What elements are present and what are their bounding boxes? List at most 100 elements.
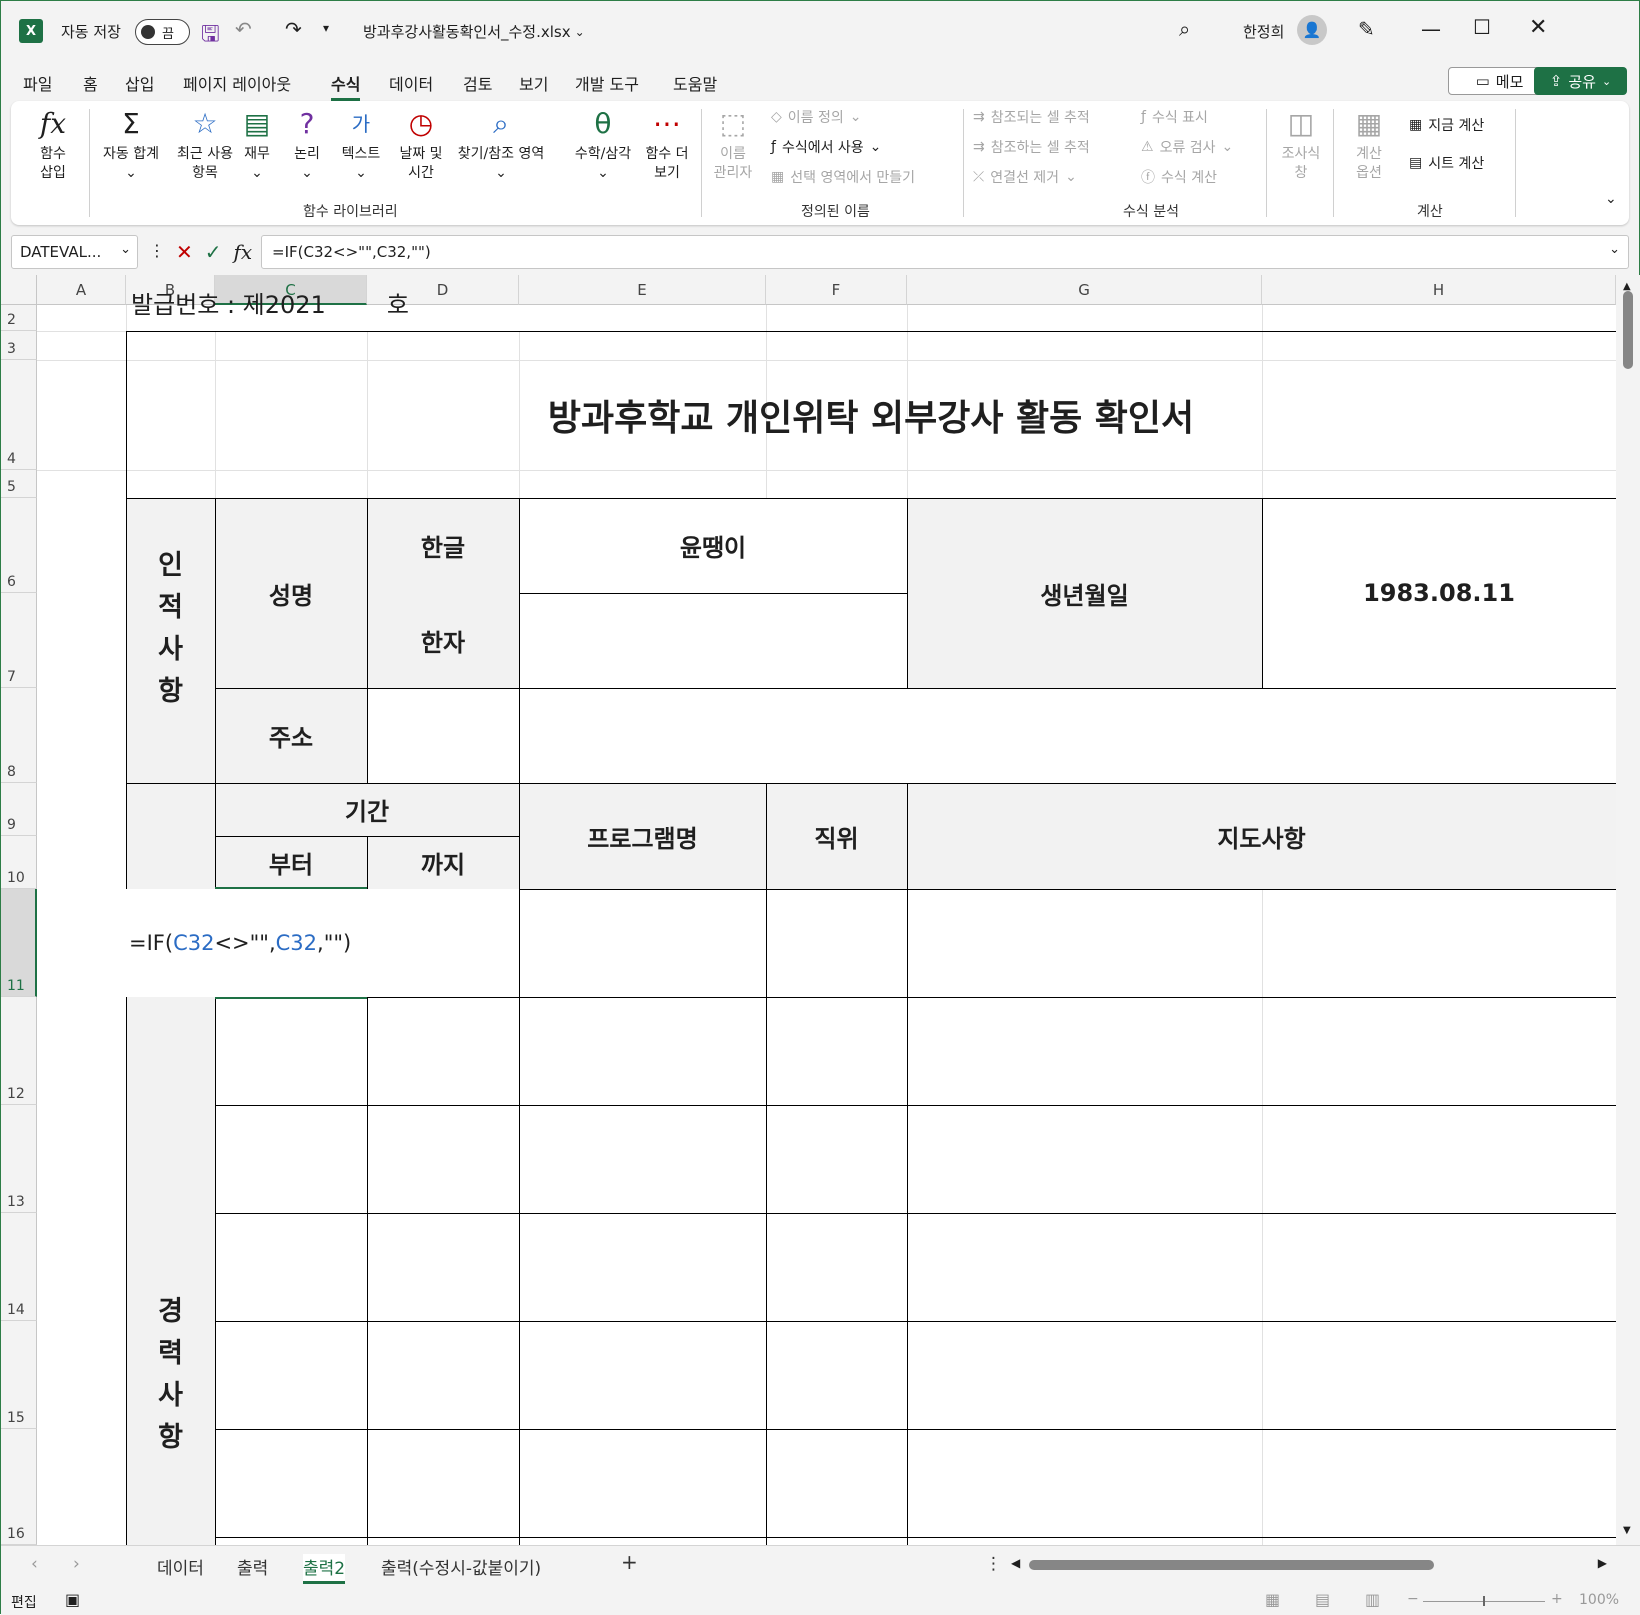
- zoom-in-icon[interactable]: +: [1551, 1591, 1563, 1607]
- financial-button[interactable]: ▤ 재무 ⌄: [237, 107, 277, 183]
- col-header-g[interactable]: G: [907, 275, 1262, 305]
- more-options-icon[interactable]: ⋮: [149, 241, 165, 260]
- menu-view[interactable]: 보기: [519, 71, 548, 95]
- vertical-scrollbar[interactable]: ▲ ▼: [1616, 275, 1640, 1545]
- add-sheet-icon[interactable]: +: [621, 1550, 638, 1574]
- row-header-15[interactable]: 15: [1, 1321, 37, 1429]
- search-icon[interactable]: ⌕: [1179, 17, 1190, 41]
- tab-output2[interactable]: 출력2: [303, 1554, 346, 1584]
- select-all-corner[interactable]: [1, 275, 37, 305]
- datetime-button[interactable]: ◷ 날짜 및 시간: [391, 107, 451, 183]
- next-sheet-icon[interactable]: ›: [73, 1554, 80, 1574]
- math-button[interactable]: θ 수학/삼각 ⌄: [567, 107, 639, 183]
- watch-window-button[interactable]: ◫ 조사식 창: [1273, 107, 1329, 183]
- row-header-4[interactable]: 4: [1, 360, 37, 470]
- horizontal-scrollbar[interactable]: ◀ ▶: [1011, 1556, 1607, 1572]
- menu-file[interactable]: 파일: [23, 71, 52, 95]
- formula-input[interactable]: =IF(C32<>"",C32,"") ⌄: [261, 235, 1629, 269]
- normal-view-icon[interactable]: ▦: [1265, 1590, 1280, 1609]
- scroll-right-icon[interactable]: ▶: [1598, 1556, 1607, 1570]
- row-header-5[interactable]: 5: [1, 470, 37, 498]
- text-button[interactable]: 가 텍스트 ⌄: [333, 107, 389, 183]
- name-box[interactable]: DATEVAL... ⌄: [11, 235, 138, 269]
- row-header-11[interactable]: 11: [1, 889, 37, 997]
- evaluate-formula-button[interactable]: ⓕ 수식 계산: [1141, 167, 1217, 187]
- fx-icon[interactable]: fx: [234, 240, 253, 264]
- autosum-button[interactable]: Σ 자동 합계 ⌄: [95, 107, 167, 183]
- row-header-3[interactable]: 3: [1, 331, 37, 360]
- logical-button[interactable]: ? 논리 ⌄: [287, 107, 327, 183]
- minimize-icon[interactable]: —: [1421, 17, 1441, 41]
- row-header-6[interactable]: 6: [1, 498, 37, 593]
- cell-edit-formula[interactable]: =IF(C32 <>"", C32 ,""): [129, 889, 351, 997]
- col-header-f[interactable]: F: [766, 275, 907, 305]
- calculate-sheet-button[interactable]: ▤ 시트 계산: [1409, 153, 1484, 173]
- menu-help[interactable]: 도움말: [673, 71, 717, 95]
- use-in-formula-button[interactable]: ƒ 수식에서 사용 ⌄: [771, 137, 881, 157]
- share-button[interactable]: ⇪ 공유 ⌄: [1534, 67, 1627, 95]
- accessibility-icon[interactable]: ▣: [65, 1590, 80, 1609]
- menu-page-layout[interactable]: 페이지 레이아웃: [183, 71, 291, 95]
- scroll-left-icon[interactable]: ◀: [1011, 1556, 1020, 1570]
- row-header-8[interactable]: 8: [1, 688, 37, 783]
- col-header-h[interactable]: H: [1262, 275, 1616, 305]
- autosave-toggle[interactable]: 끔: [135, 19, 190, 45]
- zoom-slider-handle[interactable]: [1483, 1596, 1485, 1606]
- trace-precedents-button[interactable]: ⇉ 참조되는 셀 추적: [973, 107, 1090, 127]
- menu-data[interactable]: 데이터: [389, 71, 433, 95]
- row-header-9[interactable]: 9: [1, 783, 37, 836]
- pen-icon[interactable]: ✎: [1358, 17, 1375, 41]
- menu-developer[interactable]: 개발 도구: [575, 71, 639, 95]
- insert-function-button[interactable]: fx 함수 삽입: [25, 107, 81, 183]
- more-functions-button[interactable]: ⋯ 함수 더 보기: [639, 107, 695, 183]
- menu-review[interactable]: 검토: [463, 71, 492, 95]
- close-icon[interactable]: ✕: [1529, 15, 1547, 40]
- col-header-a[interactable]: A: [37, 275, 126, 305]
- scroll-down-icon[interactable]: ▼: [1623, 1525, 1631, 1536]
- menu-formulas[interactable]: 수식: [331, 71, 361, 101]
- row-header-13[interactable]: 13: [1, 1105, 37, 1213]
- row-header-10[interactable]: 10: [1, 836, 37, 889]
- expand-formula-icon[interactable]: ⌄: [1609, 242, 1620, 257]
- enter-icon[interactable]: ✓: [205, 240, 222, 264]
- save-icon[interactable]: 🖫: [201, 17, 220, 55]
- row-header-16[interactable]: 16: [1, 1429, 37, 1545]
- avatar[interactable]: 👤: [1297, 15, 1327, 45]
- menu-home[interactable]: 홈: [83, 71, 98, 95]
- page-layout-icon[interactable]: ▤: [1315, 1590, 1330, 1609]
- row-header-2[interactable]: 2: [1, 305, 37, 331]
- undo-icon[interactable]: ↶: [235, 17, 252, 41]
- tab-data[interactable]: 데이터: [157, 1554, 204, 1579]
- collapse-ribbon-icon[interactable]: ⌄: [1605, 191, 1617, 207]
- recent-button[interactable]: ☆ 최근 사용 항목: [169, 107, 241, 183]
- col-header-e[interactable]: E: [519, 275, 766, 305]
- show-formulas-button[interactable]: ƒ 수식 표시: [1141, 107, 1208, 127]
- redo-icon[interactable]: ↷: [285, 17, 302, 41]
- row-header-7[interactable]: 7: [1, 593, 37, 688]
- hscroll-thumb[interactable]: [1029, 1560, 1434, 1570]
- scrollbar-thumb[interactable]: [1623, 291, 1633, 369]
- more-options-icon[interactable]: ⋮: [985, 1554, 1002, 1574]
- birth-value[interactable]: 1983.08.11: [1262, 498, 1616, 688]
- name-manager-button[interactable]: ⬚ 이름 관리자: [705, 107, 761, 183]
- calc-options-button[interactable]: ▦ 계산 옵션: [1341, 107, 1397, 183]
- prev-sheet-icon[interactable]: ‹: [31, 1554, 38, 1574]
- customize-qat-icon[interactable]: ▾: [323, 21, 329, 35]
- zoom-out-icon[interactable]: −: [1407, 1591, 1419, 1607]
- cancel-icon[interactable]: ✕: [176, 240, 193, 264]
- worksheet-grid[interactable]: A B C D E F G H 2 3 4 5 6 7 8 9 10 11 12…: [1, 275, 1640, 1545]
- row-header-14[interactable]: 14: [1, 1213, 37, 1321]
- page-break-icon[interactable]: ▥: [1365, 1590, 1380, 1609]
- name-value[interactable]: 윤땡이: [519, 498, 907, 593]
- remove-arrows-button[interactable]: ⤫ 연결선 제거 ⌄: [973, 167, 1077, 187]
- lookup-button[interactable]: ⌕ 찾기/참조 영역 ⌄: [451, 107, 551, 183]
- row-header-12[interactable]: 12: [1, 997, 37, 1105]
- user-name[interactable]: 한정희: [1243, 21, 1284, 42]
- tab-output[interactable]: 출력: [237, 1554, 268, 1579]
- menu-insert[interactable]: 삽입: [125, 71, 154, 95]
- define-name-button[interactable]: ◇ 이름 정의 ⌄: [771, 107, 862, 127]
- zoom-level[interactable]: 100%: [1579, 1592, 1619, 1608]
- calculate-now-button[interactable]: ▦ 지금 계산: [1409, 115, 1484, 135]
- trace-dependents-button[interactable]: ⇉ 참조하는 셀 추적: [973, 137, 1090, 157]
- create-from-selection-button[interactable]: ▦ 선택 영역에서 만들기: [771, 167, 915, 187]
